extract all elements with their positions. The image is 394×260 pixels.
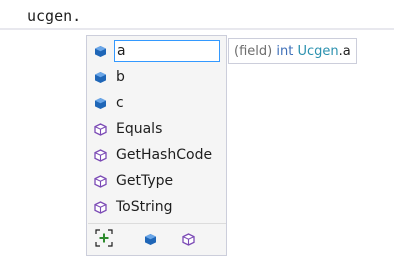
completion-item-label: Equals <box>116 121 163 137</box>
completion-filter-toolbar <box>88 223 226 255</box>
editor-line[interactable]: ucgen. <box>0 0 394 30</box>
completion-item-label: a <box>117 43 126 59</box>
field-icon <box>94 71 107 84</box>
code-text[interactable]: ucgen. <box>27 7 81 25</box>
expand-filter-button[interactable] <box>92 228 116 252</box>
completion-item-gethashcode[interactable]: GetHashCode <box>88 142 226 168</box>
completion-item-b[interactable]: b <box>88 64 226 90</box>
completion-item-equals[interactable]: Equals <box>88 116 226 142</box>
field-filter-icon <box>144 231 157 250</box>
completion-item-label: ToString <box>116 199 173 215</box>
completion-item-label: b <box>116 69 125 85</box>
method-icon <box>94 122 107 136</box>
expand-filter-icon <box>95 229 113 251</box>
tooltip-type-name: Ucgen <box>297 43 339 59</box>
completion-item-gettype[interactable]: GetType <box>88 168 226 194</box>
method-filter-icon <box>181 231 195 250</box>
field-filter-button[interactable] <box>138 228 162 252</box>
quick-info-tooltip: (field) int Ucgen .a <box>228 38 357 64</box>
tooltip-keyword: int <box>276 43 294 59</box>
selected-item-box: a <box>114 40 220 62</box>
field-icon <box>94 97 107 110</box>
method-icon <box>94 148 107 162</box>
completion-item-c[interactable]: c <box>88 90 226 116</box>
tooltip-member: .a <box>338 43 351 59</box>
field-icon <box>94 45 107 58</box>
completion-item-label: GetType <box>116 173 174 189</box>
completion-item-tostring[interactable]: ToString <box>88 194 226 220</box>
method-filter-button[interactable] <box>176 228 200 252</box>
current-line-highlight <box>0 28 394 30</box>
method-icon <box>94 174 107 188</box>
completion-item-a[interactable]: a <box>88 38 226 64</box>
method-icon <box>94 200 107 214</box>
completion-item-label: GetHashCode <box>116 147 213 163</box>
completion-list[interactable]: a b c Equals GetHashCode GetType ToStrin… <box>86 35 227 256</box>
tooltip-kind: (field) <box>234 43 273 59</box>
completion-item-label: c <box>116 95 124 111</box>
